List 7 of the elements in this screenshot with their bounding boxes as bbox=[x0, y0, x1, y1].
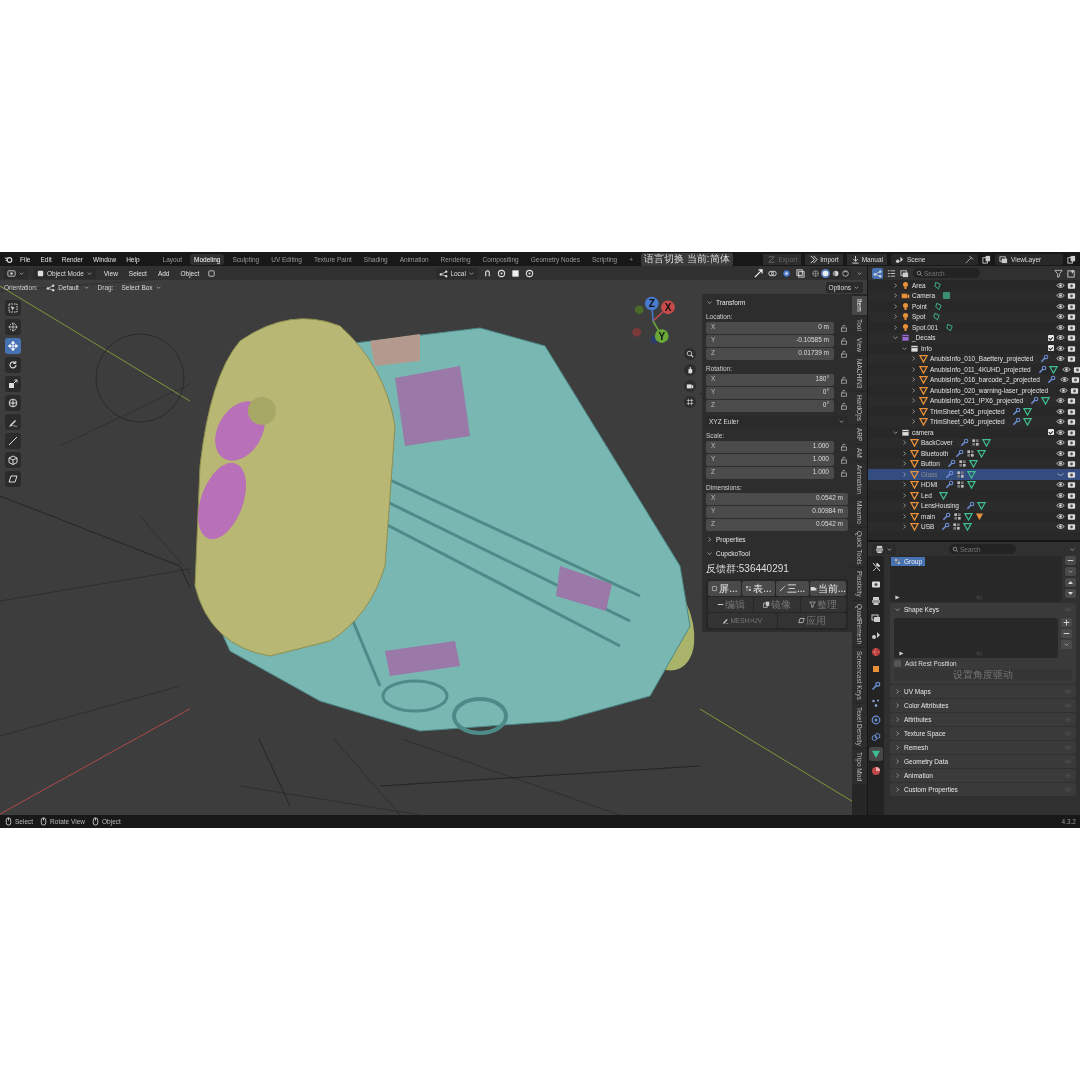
tool-button[interactable]: 三... bbox=[775, 581, 809, 596]
tool-button[interactable]: 表... bbox=[741, 581, 775, 596]
language-button[interactable]: 语言切换 当前:简体 bbox=[641, 252, 733, 266]
tool-button[interactable]: 屏... bbox=[708, 581, 741, 596]
navigation-gizmo-drawing[interactable]: X Y Z bbox=[628, 296, 678, 346]
tool-button[interactable]: 当前... bbox=[809, 581, 846, 596]
feedback-text: 反馈群:536440291 bbox=[706, 563, 790, 575]
